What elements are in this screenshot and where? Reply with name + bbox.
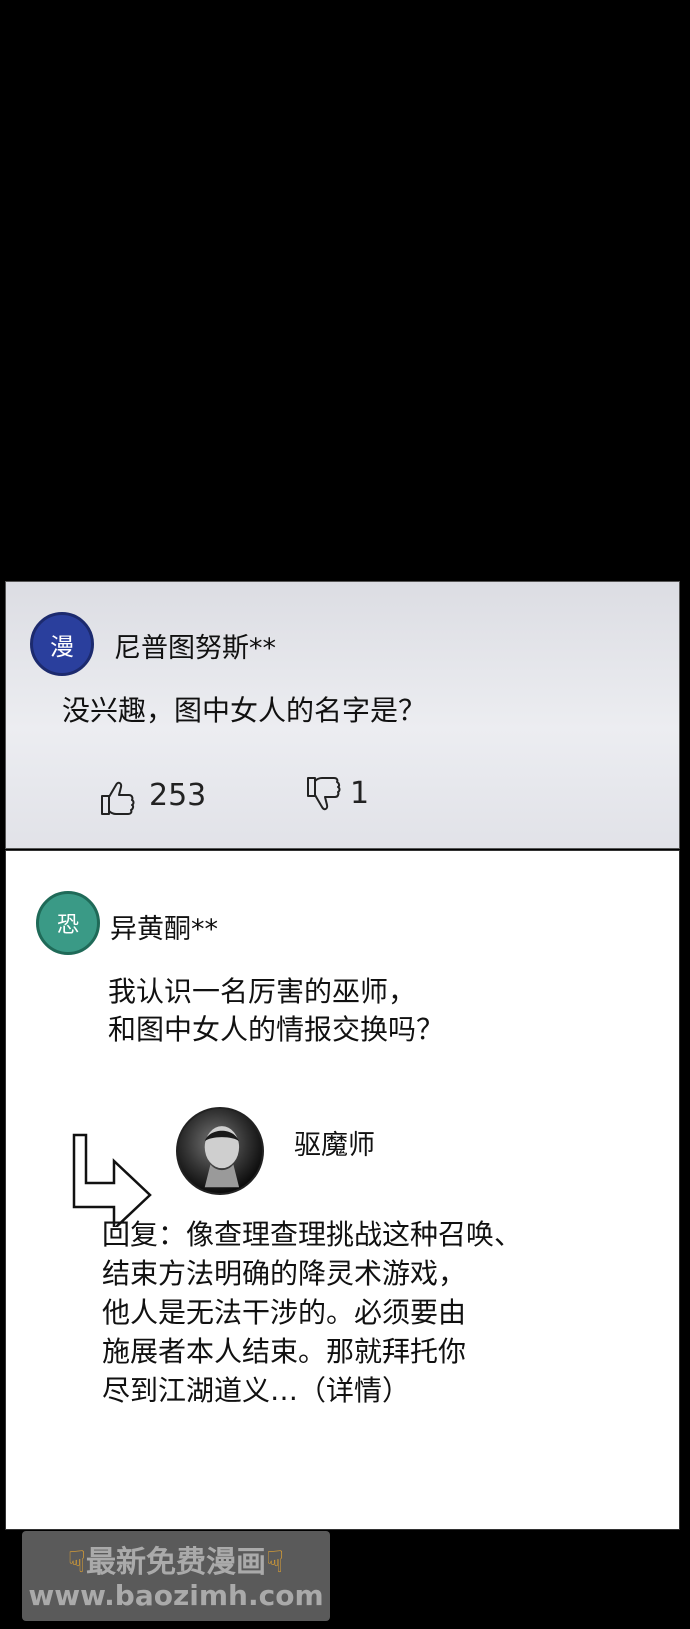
watermark: ☟最新免费漫画☟ www.baozimh.com [22,1531,330,1621]
dislike-count: 1 [350,776,370,811]
comment-text: 没兴趣，图中女人的名字是？ [62,694,427,727]
comment-text: 我认识一名厉害的巫师， 和图中女人的情报交换吗？ [108,975,445,1046]
watermark-url: www.baozimh.com [28,1579,324,1612]
reply-avatar[interactable] [176,1107,264,1195]
thumbs-down-icon[interactable] [304,774,344,816]
pointing-hand-icon: ☟ [67,1545,86,1580]
avatar-char: 恐 [56,913,79,938]
reply-username[interactable]: 驱魔师 [294,1123,375,1162]
comment-card: 漫 尼普图努斯** 没兴趣，图中女人的名字是？ 253 1 [5,581,680,849]
watermark-text: 最新免费漫画 [86,1545,266,1580]
user-avatar[interactable]: 恐 [36,891,100,955]
comment-username[interactable]: 异黄酮** [110,907,218,946]
avatar-char: 漫 [50,632,74,661]
reply-arrow-icon [72,1133,152,1227]
comment-username[interactable]: 尼普图努斯** [114,626,276,665]
reply-text[interactable]: 回复：像查理查理挑战这种召唤、 结束方法明确的降灵术游戏， 他人是无法干涉的。必… [102,1215,522,1410]
portrait-image [204,1126,240,1188]
comment-card: 恐 异黄酮** 我认识一名厉害的巫师， 和图中女人的情报交换吗？ 驱魔师 回复：… [5,850,680,1530]
user-avatar[interactable]: 漫 [30,612,94,676]
like-count: 253 [149,778,207,813]
thumbs-up-icon[interactable] [98,778,138,818]
pointing-hand-icon: ☟ [266,1545,285,1580]
watermark-line1: ☟最新免费漫画☟ [22,1537,330,1581]
